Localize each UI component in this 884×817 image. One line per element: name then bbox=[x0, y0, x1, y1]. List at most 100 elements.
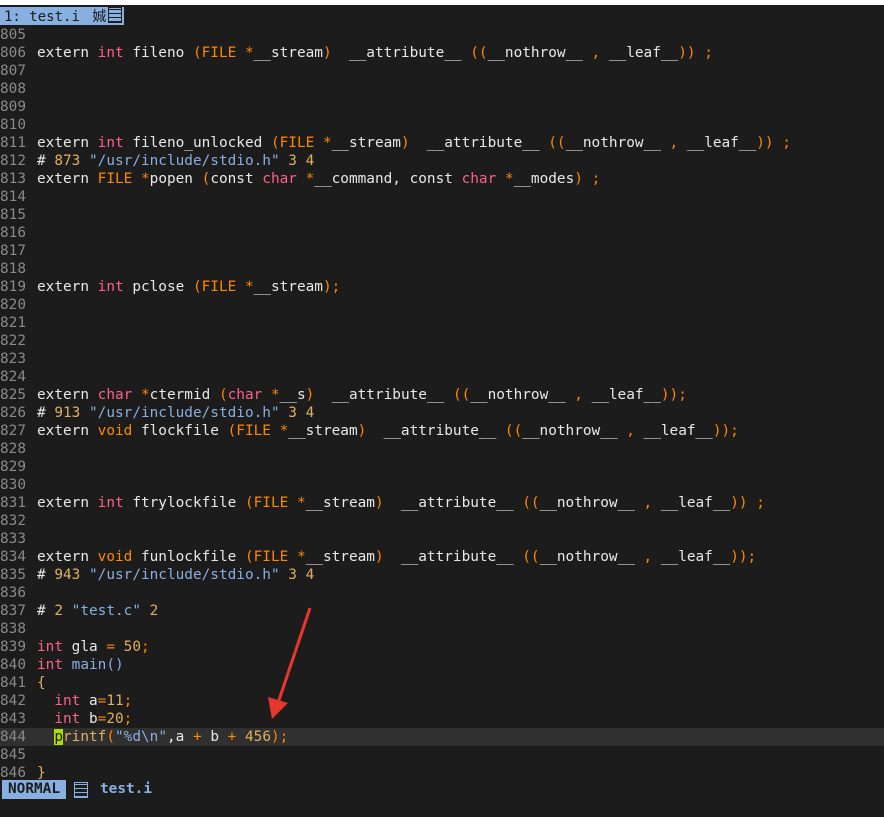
line-code: extern int pclose (FILE *__stream); bbox=[30, 278, 340, 296]
code-token: "/usr/include/stdio.h" bbox=[89, 567, 280, 583]
code-line[interactable]: 832 bbox=[0, 512, 884, 530]
code-line[interactable]: 820 bbox=[0, 296, 884, 314]
code-token: b bbox=[80, 711, 98, 727]
line-number: 845 bbox=[0, 747, 26, 763]
code-line[interactable]: 834 extern void funlockfile (FILE *__stre… bbox=[0, 548, 884, 566]
code-line[interactable]: 812 # 873 "/usr/include/stdio.h" 3 4 bbox=[0, 152, 884, 170]
code-line[interactable]: 843 int b=20; bbox=[0, 710, 884, 728]
code-line[interactable]: 838 bbox=[0, 620, 884, 638]
code-token: ; bbox=[756, 495, 765, 511]
code-token: __leaf__ bbox=[652, 495, 731, 511]
code-line[interactable]: 828 bbox=[0, 440, 884, 458]
code-token: main bbox=[71, 657, 107, 673]
code-line[interactable]: 811 extern int fileno_unlocked (FILE *__s… bbox=[0, 134, 884, 152]
code-token: __attribute__ bbox=[409, 135, 549, 151]
code-token: ) bbox=[400, 135, 410, 151]
code-token: "test.c" bbox=[71, 603, 141, 619]
code-line[interactable]: 825 extern char *ctermid (char *__s) __at… bbox=[0, 386, 884, 404]
code-token: FILE bbox=[279, 135, 315, 151]
code-token: a bbox=[80, 693, 98, 709]
code-line[interactable]: 819 extern int pclose (FILE *__stream); bbox=[0, 278, 884, 296]
tab-test-i[interactable]: 1: test.i 娍 bbox=[0, 7, 125, 25]
vim-terminal-window[interactable]: 1: test.i 娍 805 806 extern int fileno (FIL… bbox=[0, 5, 884, 817]
code-token: ( bbox=[270, 135, 280, 151]
code-token: () bbox=[106, 657, 124, 673]
code-token: FILE bbox=[253, 549, 289, 565]
code-token: "/usr/include/stdio.h" bbox=[89, 405, 280, 421]
code-line[interactable]: 830 bbox=[0, 476, 884, 494]
code-line[interactable]: 815 bbox=[0, 206, 884, 224]
line-number: 817 bbox=[0, 243, 26, 259]
code-token: pclose bbox=[123, 279, 193, 295]
code-line[interactable]: 822 bbox=[0, 332, 884, 350]
code-line[interactable]: 810 bbox=[0, 116, 884, 134]
code-token: popen bbox=[149, 171, 202, 187]
line-number: 827 bbox=[0, 423, 26, 439]
code-token: , bbox=[626, 423, 635, 439]
code-line[interactable]: 823 bbox=[0, 350, 884, 368]
code-token: __modes bbox=[513, 171, 575, 187]
code-token: ) bbox=[374, 495, 384, 511]
code-token: (( bbox=[522, 549, 540, 565]
code-token: ,a bbox=[166, 729, 193, 745]
code-token: __leaf__ bbox=[600, 45, 679, 61]
code-line[interactable]: 837 # 2 "test.c" 2 bbox=[0, 602, 884, 620]
line-code: # 2 "test.c" 2 bbox=[30, 602, 158, 620]
line-code: # 873 "/usr/include/stdio.h" 3 4 bbox=[30, 152, 314, 170]
code-line[interactable]: 807 bbox=[0, 62, 884, 80]
code-line[interactable]: 805 bbox=[0, 26, 884, 44]
code-token: ) bbox=[374, 549, 384, 565]
editor-buffer[interactable]: 805 806 extern int fileno (FILE *__stream)… bbox=[0, 26, 884, 782]
code-token: (( bbox=[522, 495, 540, 511]
line-number: 842 bbox=[0, 693, 26, 709]
code-token: ); bbox=[322, 279, 341, 295]
code-line[interactable]: 842 int a=11; bbox=[0, 692, 884, 710]
code-line[interactable]: 833 bbox=[0, 530, 884, 548]
line-code: int gla = 50; bbox=[30, 638, 150, 656]
code-line[interactable]: 840 int main() bbox=[0, 656, 884, 674]
code-line[interactable]: 821 bbox=[0, 314, 884, 332]
code-line[interactable]: 808 bbox=[0, 80, 884, 98]
tab-extra-glyph: 娍 bbox=[92, 9, 107, 25]
code-line[interactable]: 839 int gla = 50; bbox=[0, 638, 884, 656]
code-token: , bbox=[643, 495, 653, 511]
code-line[interactable]: 809 bbox=[0, 98, 884, 116]
code-token: int bbox=[97, 495, 124, 511]
ime-status-icon bbox=[74, 782, 88, 798]
code-token: (( bbox=[548, 135, 566, 151]
code-line[interactable]: 841 { bbox=[0, 674, 884, 692]
code-line[interactable]: 816 bbox=[0, 224, 884, 242]
code-line[interactable]: 845 bbox=[0, 746, 884, 764]
code-token: 456 bbox=[245, 729, 271, 745]
code-token: int bbox=[54, 711, 81, 727]
code-line[interactable]: 835 # 943 "/usr/include/stdio.h" 3 4 bbox=[0, 566, 884, 584]
line-number: 838 bbox=[0, 621, 26, 637]
code-token: , bbox=[643, 549, 653, 565]
code-line[interactable]: 831 extern int ftrylockfile (FILE *__stre… bbox=[0, 494, 884, 512]
code-line[interactable]: 817 bbox=[0, 242, 884, 260]
code-line[interactable]: 829 bbox=[0, 458, 884, 476]
tab-name: test.i bbox=[29, 9, 80, 25]
code-line[interactable]: 813 extern FILE *popen (const char *__com… bbox=[0, 170, 884, 188]
code-token: } bbox=[37, 765, 46, 781]
code-line[interactable]: 806 extern int fileno (FILE *__stream) __… bbox=[0, 44, 884, 62]
code-token: ; bbox=[591, 171, 601, 187]
code-token: ( bbox=[227, 423, 237, 439]
line-number: 821 bbox=[0, 315, 26, 331]
code-line[interactable]: 824 bbox=[0, 368, 884, 386]
code-line[interactable]: 827 extern void flockfile (FILE *__stream… bbox=[0, 422, 884, 440]
code-token: * bbox=[296, 495, 306, 511]
code-token: __stream bbox=[305, 549, 375, 565]
code-line[interactable]: 836 bbox=[0, 584, 884, 602]
line-code: extern int fileno_unlocked (FILE *__stre… bbox=[30, 134, 791, 152]
code-token: char bbox=[227, 387, 263, 403]
code-line[interactable]: 826 # 913 "/usr/include/stdio.h" 3 4 bbox=[0, 404, 884, 422]
code-line[interactable]: 814 bbox=[0, 188, 884, 206]
code-token: 3 bbox=[288, 405, 297, 421]
code-line[interactable]: 818 bbox=[0, 260, 884, 278]
code-line[interactable]: 844 printf("%d\n",a + b + 456); bbox=[0, 728, 884, 746]
code-token: * bbox=[305, 171, 315, 187]
